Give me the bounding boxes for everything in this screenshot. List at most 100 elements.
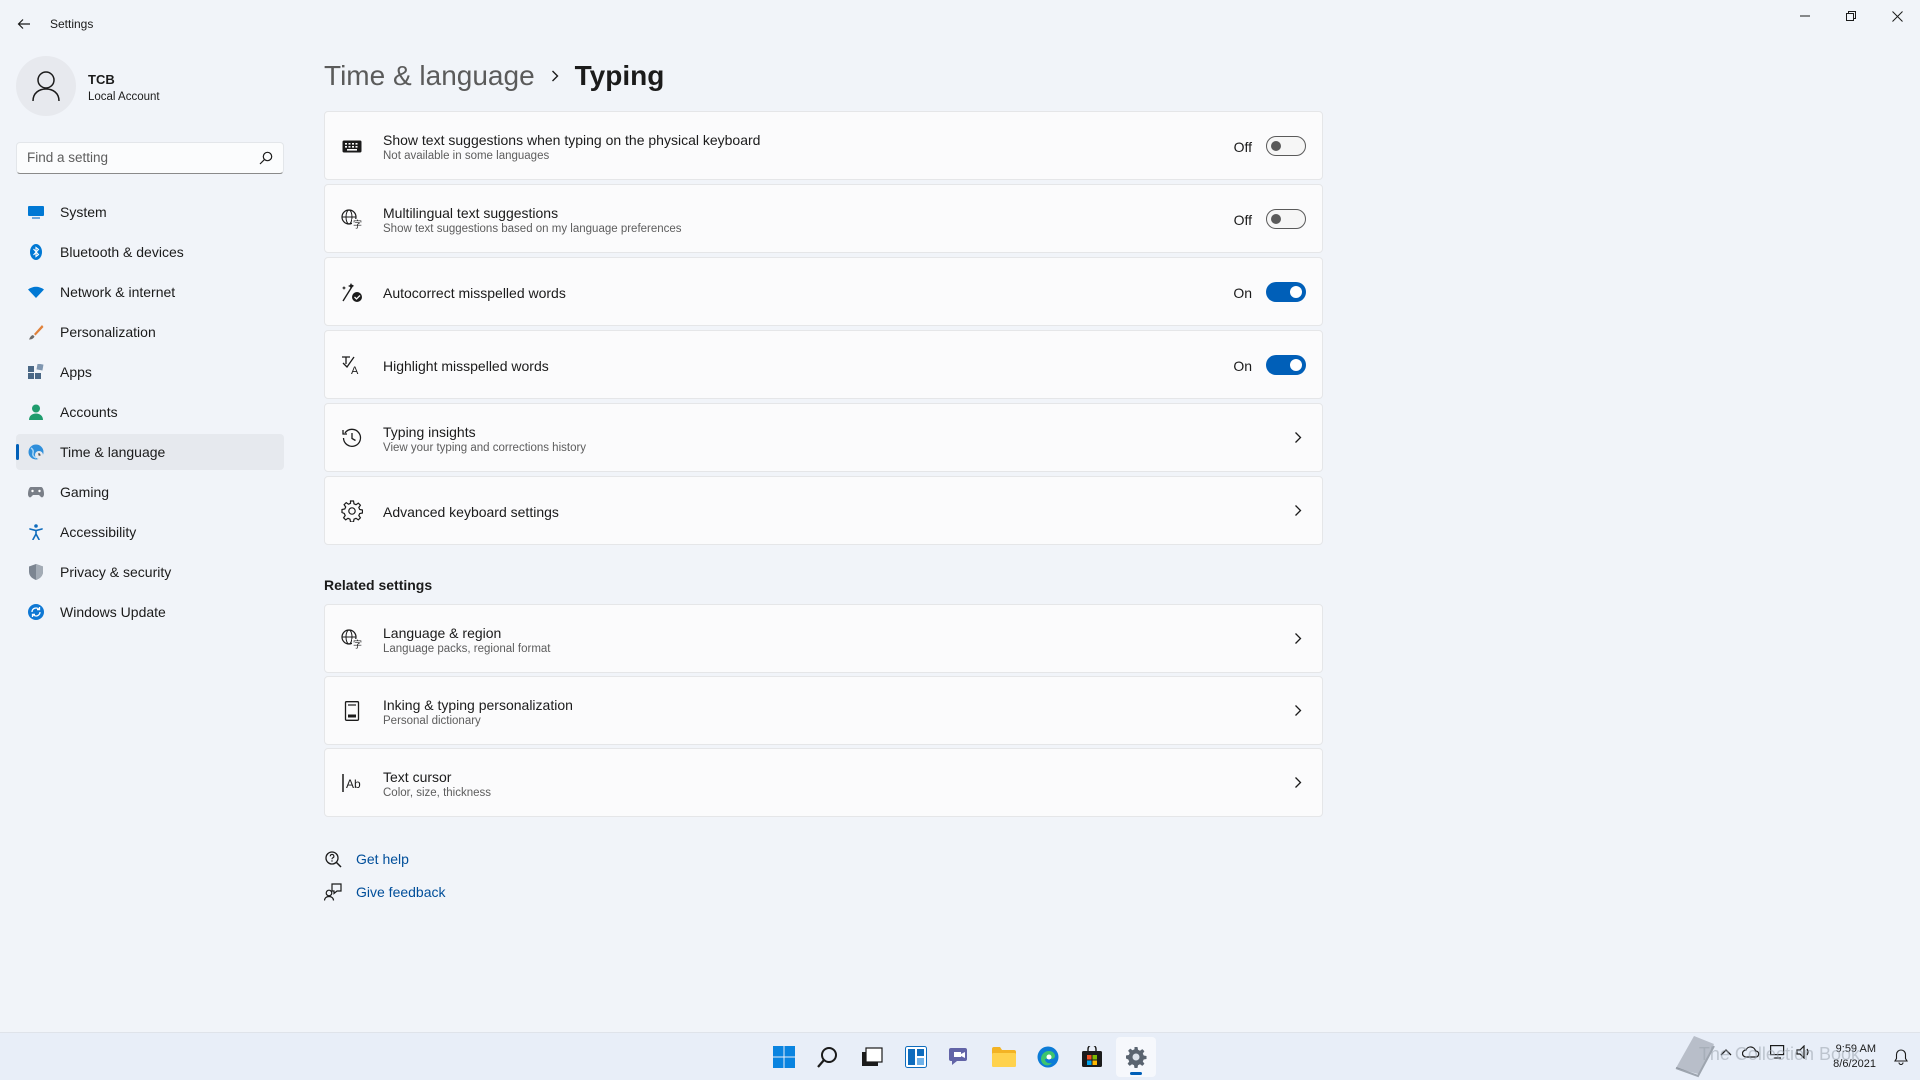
setting-title: Text cursor <box>383 769 452 785</box>
help-icon <box>324 850 342 868</box>
autocorrect-toggle[interactable] <box>1266 282 1306 302</box>
title-bar: Settings <box>0 0 1920 48</box>
sidebar-item-privacy[interactable]: Privacy & security <box>16 554 284 590</box>
setting-title: Show text suggestions when typing on the… <box>383 132 761 148</box>
chevron-right-icon <box>1294 776 1302 789</box>
monitor-icon <box>28 204 44 220</box>
sidebar-item-network[interactable]: Network & internet <box>16 274 284 310</box>
breadcrumb-parent[interactable]: Time & language <box>324 60 535 92</box>
close-button[interactable] <box>1874 0 1920 32</box>
widgets-icon <box>905 1046 927 1068</box>
sidebar-item-label: Accounts <box>60 404 118 420</box>
sidebar-item-label: Gaming <box>60 484 110 500</box>
restore-button[interactable] <box>1828 0 1874 32</box>
task-view-button[interactable] <box>852 1037 892 1077</box>
text-suggestions-toggle[interactable] <box>1266 136 1306 156</box>
sidebar-item-windows-update[interactable]: Windows Update <box>16 594 284 630</box>
autocorrect-icon <box>341 281 363 303</box>
get-help-label[interactable]: Get help <box>356 851 409 867</box>
profile-account-type: Local Account <box>88 91 160 103</box>
sidebar-item-system[interactable]: System <box>16 194 284 230</box>
sidebar-item-accounts[interactable]: Accounts <box>16 394 284 430</box>
related-settings-heading: Related settings <box>324 577 433 593</box>
app-title: Settings <box>50 17 94 31</box>
setting-highlight-misspelled: A Highlight misspelled words On <box>324 330 1323 399</box>
chevron-right-icon <box>551 70 559 82</box>
notification-icon[interactable] <box>1894 1049 1908 1065</box>
multilingual-suggestions-toggle[interactable] <box>1266 209 1306 229</box>
sidebar-item-label: Apps <box>60 364 92 380</box>
chat-icon <box>949 1048 967 1065</box>
feedback-icon <box>324 883 342 901</box>
update-icon <box>28 604 44 620</box>
setting-subtitle: Language packs, regional format <box>383 643 551 655</box>
sidebar-item-personalization[interactable]: Personalization <box>16 314 284 350</box>
give-feedback-label[interactable]: Give feedback <box>356 884 446 900</box>
search-icon[interactable] <box>259 151 273 165</box>
sidebar-item-bluetooth[interactable]: Bluetooth & devices <box>16 234 284 270</box>
svg-text:字: 字 <box>353 219 362 230</box>
get-help-link[interactable]: Get help <box>324 849 409 869</box>
watermark-text: The Collection Book <box>1698 1044 1860 1064</box>
sidebar-item-accessibility[interactable]: Accessibility <box>16 514 284 550</box>
edge-button[interactable] <box>1028 1037 1068 1077</box>
language-region-icon: 字 <box>341 628 363 650</box>
search-input[interactable] <box>27 150 247 165</box>
sidebar-item-time-language[interactable]: Time & language <box>16 434 284 470</box>
sidebar-item-label: System <box>60 204 107 220</box>
widgets-button[interactable] <box>896 1037 936 1077</box>
setting-title: Language & region <box>383 625 502 641</box>
toggle-state-label: Off <box>1233 139 1252 155</box>
chevron-right-icon <box>1294 431 1302 444</box>
setting-advanced-keyboard[interactable]: Advanced keyboard settings <box>324 476 1323 545</box>
person-icon <box>28 404 44 420</box>
sidebar-item-apps[interactable]: Apps <box>16 354 284 390</box>
chevron-right-icon <box>1294 504 1302 517</box>
sidebar-item-label: Accessibility <box>60 524 137 540</box>
taskbar: 9:59 AM 8/6/2021 <box>0 1032 1920 1080</box>
svg-text:字: 字 <box>353 639 362 650</box>
sidebar-item-label: Windows Update <box>60 604 166 620</box>
history-icon <box>341 427 363 449</box>
apps-icon <box>28 364 44 380</box>
person-avatar-icon <box>32 71 60 102</box>
taskbar-search-button[interactable] <box>808 1037 848 1077</box>
store-button[interactable] <box>1072 1037 1112 1077</box>
language-icon: 字 <box>341 208 363 230</box>
give-feedback-link[interactable]: Give feedback <box>324 882 446 902</box>
bluetooth-icon <box>28 244 44 260</box>
settings-taskbar-button[interactable] <box>1116 1037 1156 1077</box>
setting-title: Advanced keyboard settings <box>383 504 559 520</box>
file-explorer-button[interactable] <box>984 1037 1024 1077</box>
related-inking-typing[interactable]: Inking & typing personalization Personal… <box>324 676 1323 745</box>
store-icon <box>1082 1046 1102 1067</box>
task-view-icon <box>862 1047 883 1066</box>
setting-title: Autocorrect misspelled words <box>383 285 566 301</box>
toggle-state-label: On <box>1233 285 1252 301</box>
sidebar-item-label: Privacy & security <box>60 564 172 580</box>
sidebar-item-label: Time & language <box>60 444 166 460</box>
globe-clock-icon <box>28 444 44 460</box>
sidebar-item-label: Personalization <box>60 324 156 340</box>
related-text-cursor[interactable]: Ab Text cursor Color, size, thickness <box>324 748 1323 817</box>
setting-typing-insights[interactable]: Typing insights View your typing and cor… <box>324 403 1323 472</box>
start-button[interactable] <box>764 1037 804 1077</box>
breadcrumb: Time & language Typing <box>324 56 664 96</box>
sidebar-item-label: Network & internet <box>60 284 176 300</box>
minimize-button[interactable] <box>1782 0 1828 32</box>
windows-logo-icon <box>773 1046 795 1068</box>
chevron-right-icon <box>1294 632 1302 645</box>
highlight-misspelled-toggle[interactable] <box>1266 355 1306 375</box>
avatar <box>16 56 76 116</box>
keyboard-icon <box>341 135 363 157</box>
wifi-icon <box>28 284 44 300</box>
search-box[interactable] <box>16 142 284 174</box>
user-profile[interactable]: TCB Local Account <box>16 56 286 120</box>
gamepad-icon <box>28 484 44 500</box>
chat-button[interactable] <box>940 1037 980 1077</box>
back-button[interactable] <box>12 12 36 36</box>
sidebar-item-gaming[interactable]: Gaming <box>16 474 284 510</box>
text-cursor-icon: Ab <box>341 772 363 794</box>
shield-icon <box>28 564 44 580</box>
related-language-region[interactable]: 字 Language & region Language packs, regi… <box>324 604 1323 673</box>
